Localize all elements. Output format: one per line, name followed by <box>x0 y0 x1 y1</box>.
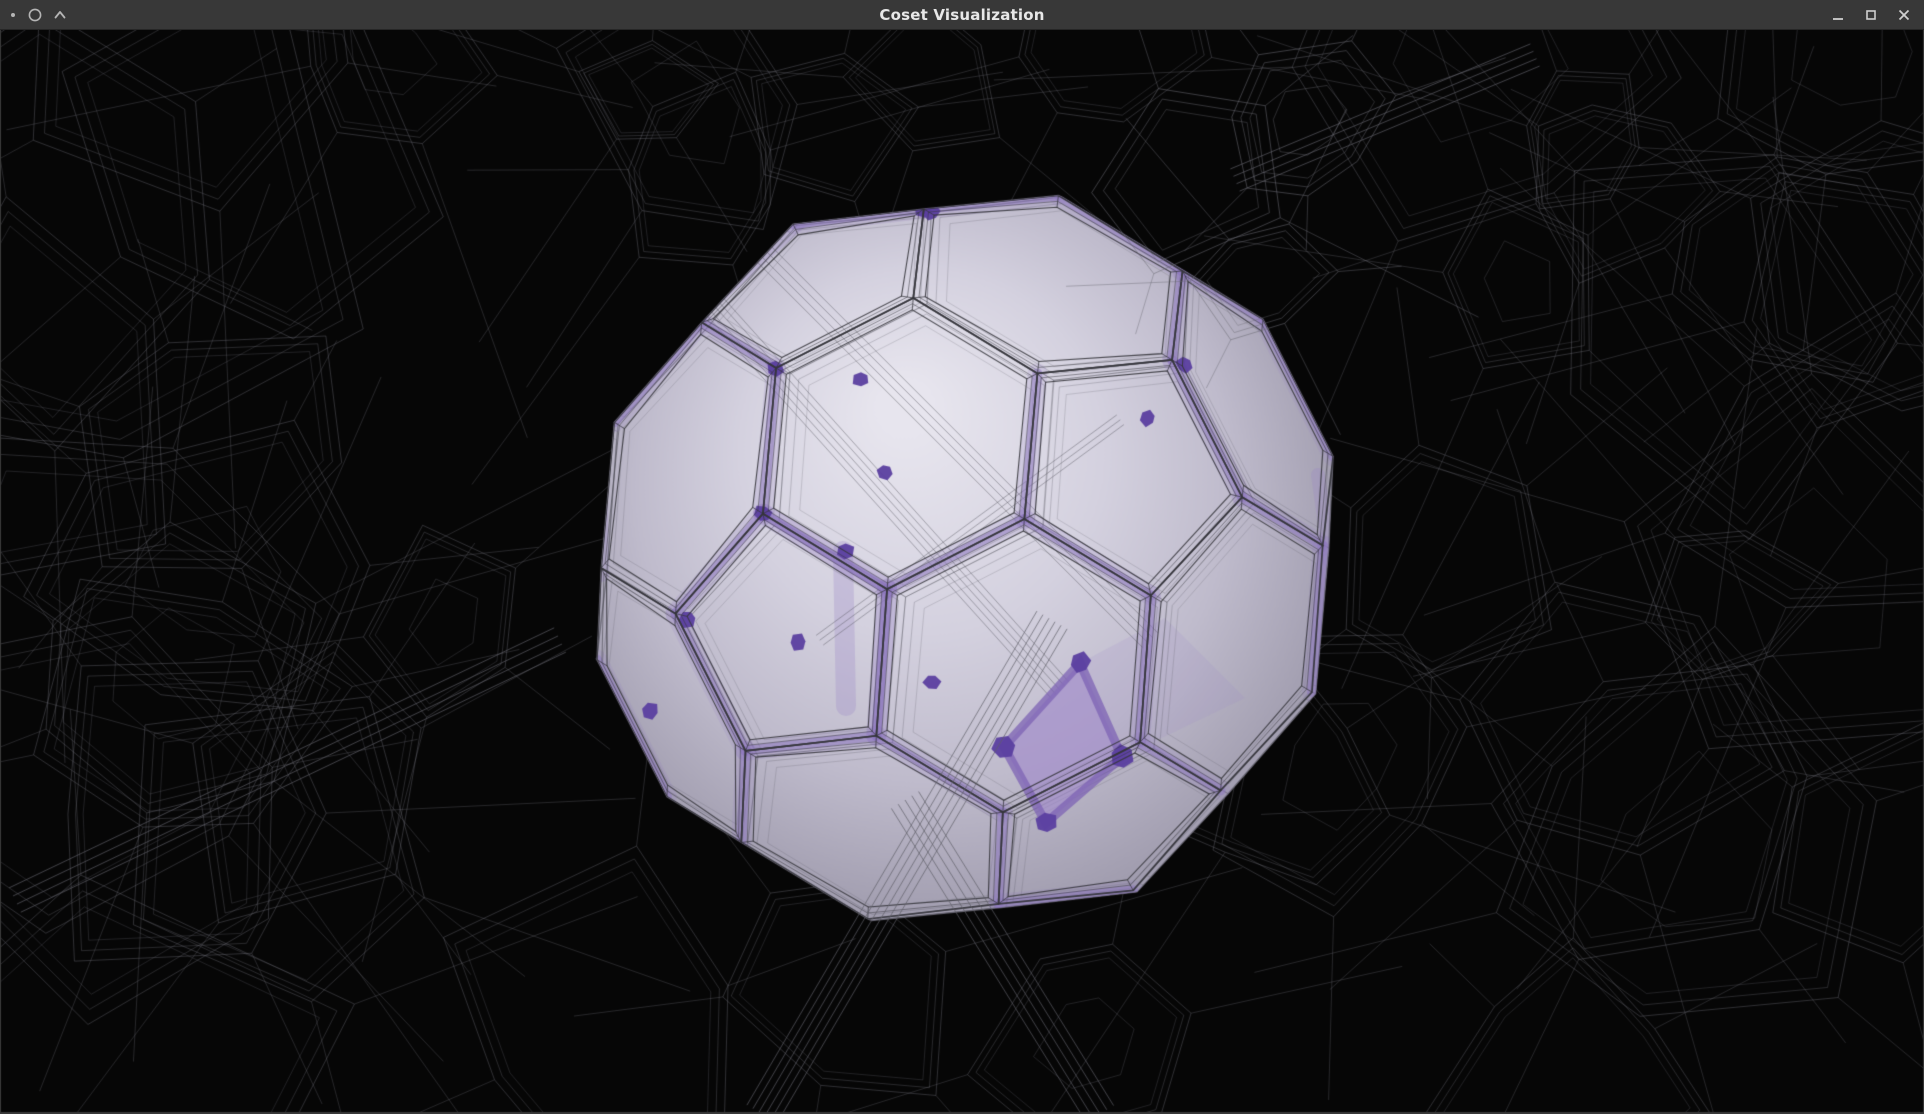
titlebar-left-icons <box>8 0 68 30</box>
maximize-button[interactable] <box>1861 5 1881 25</box>
close-icon <box>1897 8 1911 22</box>
viewport-3d <box>0 30 1924 1114</box>
minimize-button[interactable] <box>1828 5 1848 25</box>
app-window: Coset Visualization <box>0 0 1924 1114</box>
maximize-icon <box>1864 8 1878 22</box>
window-title: Coset Visualization <box>0 6 1924 24</box>
record-circle-icon[interactable] <box>27 7 43 23</box>
titlebar[interactable]: Coset Visualization <box>0 0 1924 30</box>
scene-canvas[interactable] <box>0 30 1924 1114</box>
minimize-icon <box>1831 8 1845 22</box>
menu-dot-icon <box>8 10 18 20</box>
window-controls <box>1828 0 1914 30</box>
close-button[interactable] <box>1894 5 1914 25</box>
chevron-up-icon[interactable] <box>52 7 68 23</box>
